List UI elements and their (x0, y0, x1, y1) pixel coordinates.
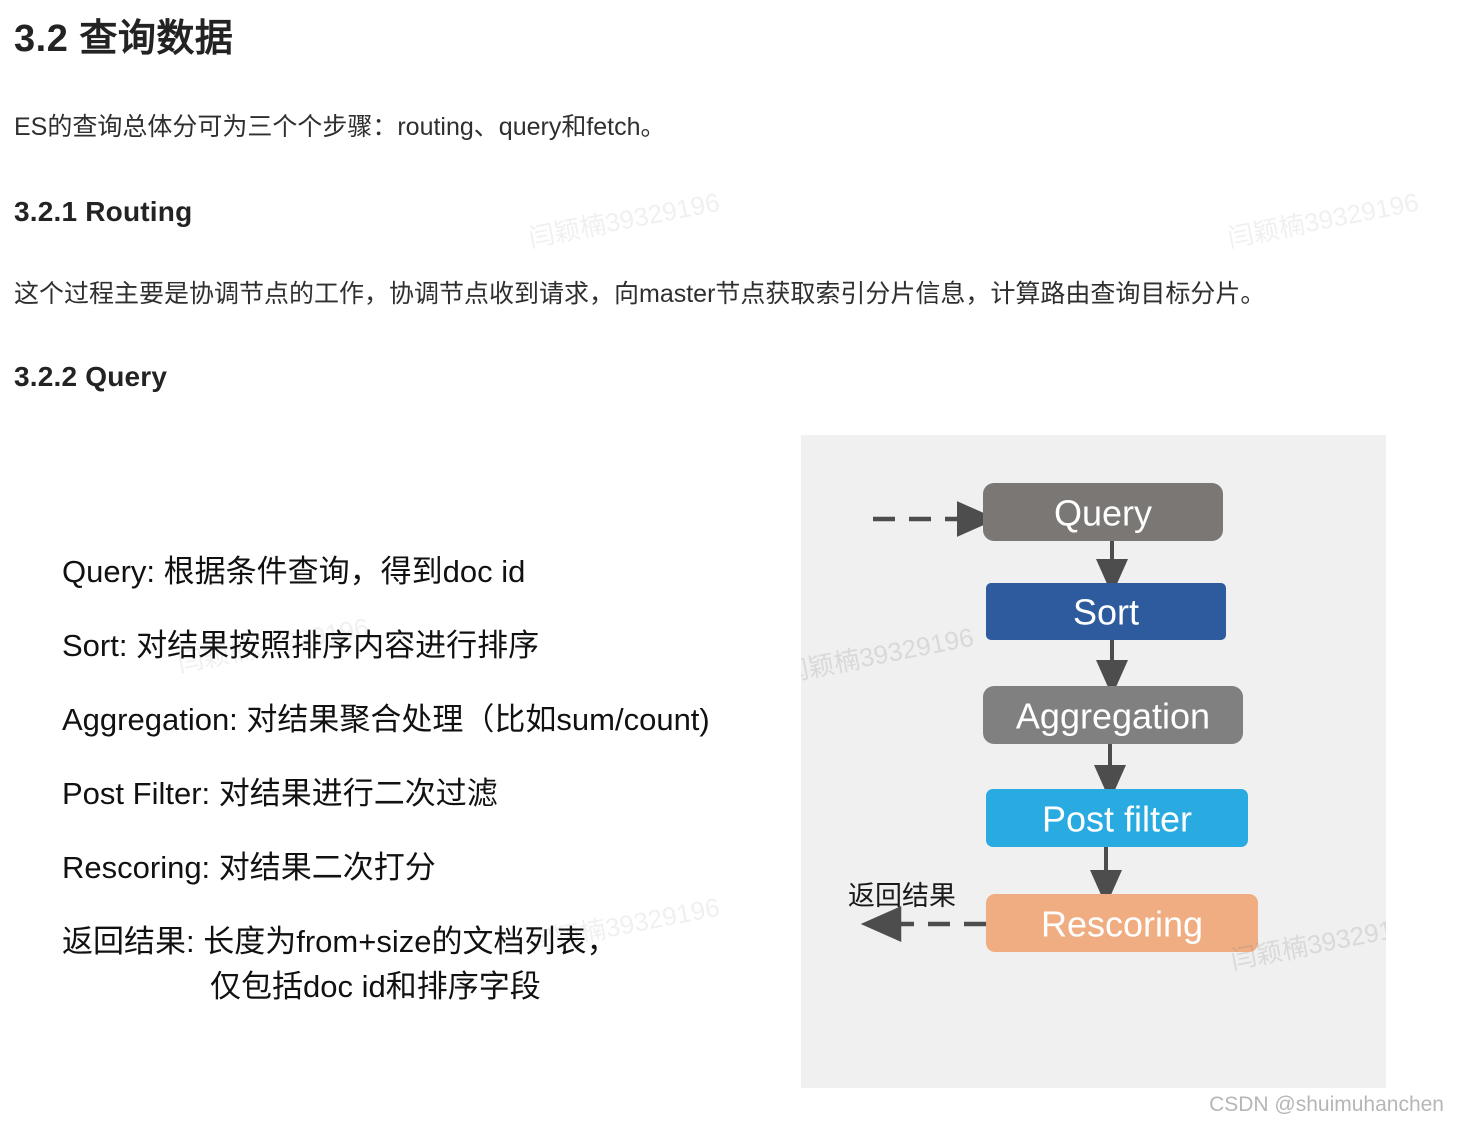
csdn-credit: CSDN @shuimuhanchen (1209, 1093, 1444, 1116)
heading-query: 3.2.2 Query (14, 361, 168, 393)
list-item: Query: 根据条件查询，得到doc id (62, 554, 526, 589)
node-rescoring: Rescoring (986, 894, 1258, 952)
query-flow-diagram: Query Sort Aggregation Post filter Resco… (801, 435, 1386, 1088)
node-aggregation: Aggregation (983, 686, 1243, 744)
node-rescoring-label: Rescoring (1041, 904, 1203, 945)
node-post-filter-label: Post filter (1042, 799, 1192, 840)
routing-paragraph: 这个过程主要是协调节点的工作，协调节点收到请求，向master节点获取索引分片信… (14, 279, 1266, 308)
intro-paragraph: ES的查询总体分可为三个个步骤：routing、query和fetch。 (14, 112, 666, 141)
list-item: 返回结果: 长度为from+size的文档列表， 仅包括doc id和排序字段 (62, 923, 782, 1005)
node-query-label: Query (1054, 493, 1152, 534)
list-item: Post Filter: 对结果进行二次过滤 (62, 776, 498, 811)
heading-routing: 3.2.1 Routing (14, 196, 193, 228)
node-aggregation-label: Aggregation (1016, 696, 1210, 737)
page-title: 3.2 查询数据 (14, 18, 234, 60)
article-body: 3.2 查询数据 ES的查询总体分可为三个个步骤：routing、query和f… (14, 0, 1446, 396)
list-item-main: 返回结果: 长度为from+size的文档列表， (62, 924, 618, 959)
list-item: Rescoring: 对结果二次打分 (62, 850, 436, 885)
node-sort: Sort (986, 583, 1226, 640)
query-steps-list: Query: 根据条件查询，得到doc id Sort: 对结果按照排序内容进行… (62, 553, 782, 1005)
return-result-label: 返回结果 (848, 881, 956, 911)
list-item: Aggregation: 对结果聚合处理（比如sum/count) (62, 702, 710, 737)
node-query: Query (983, 483, 1223, 541)
list-item: Sort: 对结果按照排序内容进行排序 (62, 628, 540, 663)
list-item-continuation: 仅包括doc id和排序字段 (210, 969, 541, 1005)
node-sort-label: Sort (1073, 592, 1139, 633)
node-post-filter: Post filter (986, 789, 1248, 847)
